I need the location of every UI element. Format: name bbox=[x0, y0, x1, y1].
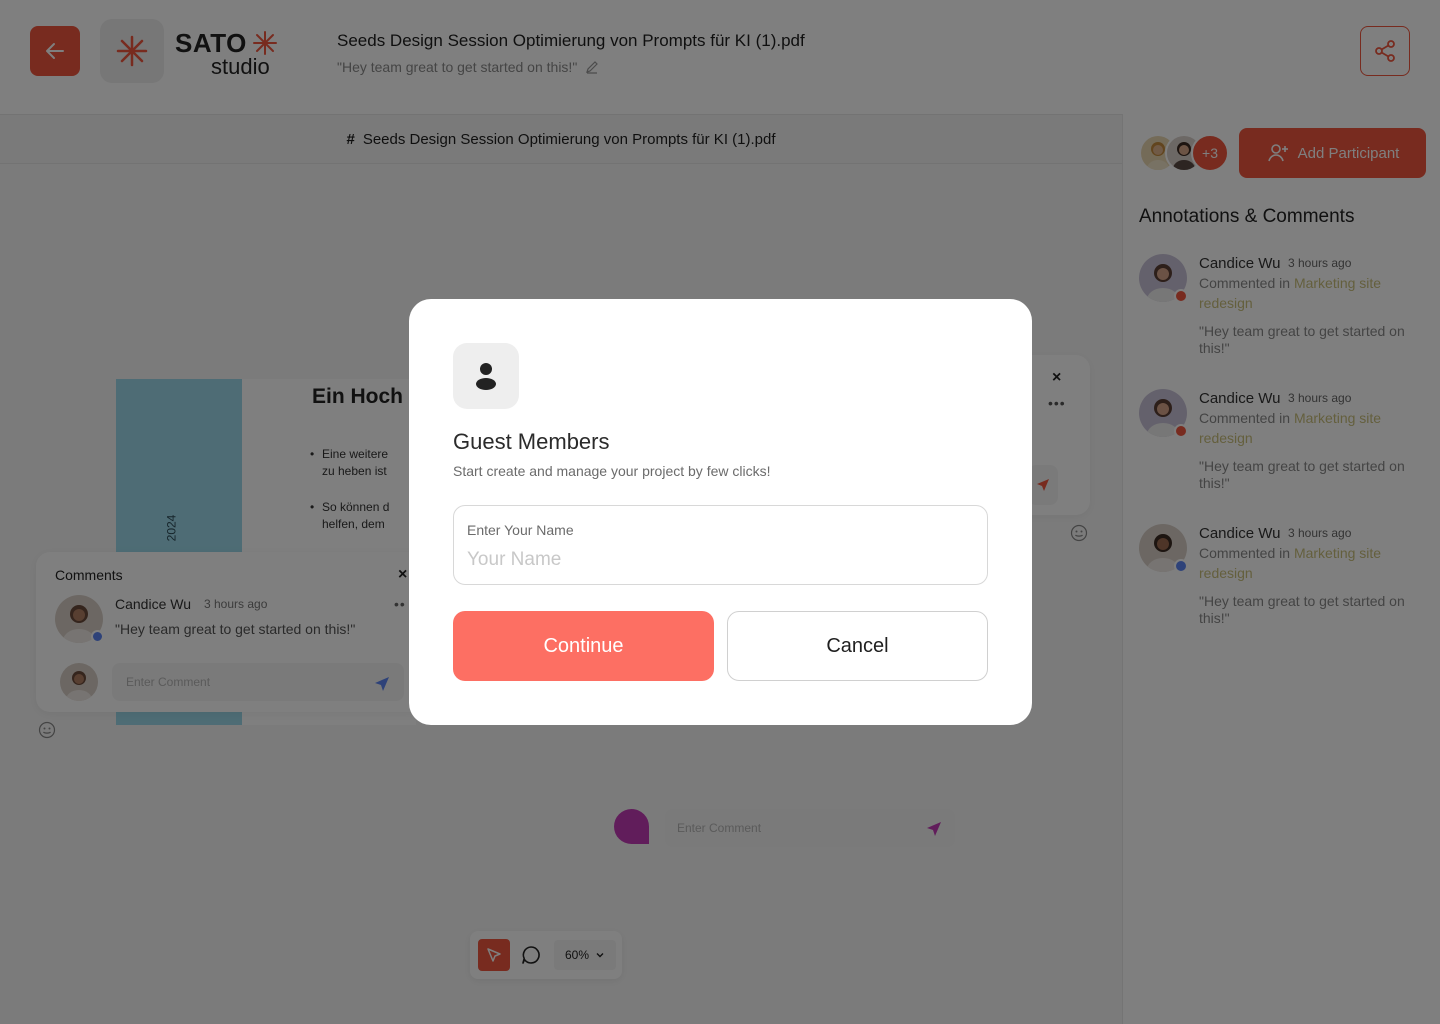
name-field-label: Enter Your Name bbox=[467, 522, 574, 538]
continue-button[interactable]: Continue bbox=[453, 611, 714, 681]
guest-members-dialog: Guest Members Start create and manage yo… bbox=[409, 299, 1032, 725]
name-field[interactable]: Enter Your Name bbox=[453, 505, 988, 585]
cancel-button[interactable]: Cancel bbox=[727, 611, 988, 681]
dialog-title: Guest Members bbox=[453, 429, 610, 454]
name-input[interactable] bbox=[467, 546, 967, 574]
user-avatar-placeholder bbox=[453, 343, 519, 409]
user-icon bbox=[476, 363, 496, 390]
dialog-subtitle: Start create and manage your project by … bbox=[453, 463, 771, 479]
